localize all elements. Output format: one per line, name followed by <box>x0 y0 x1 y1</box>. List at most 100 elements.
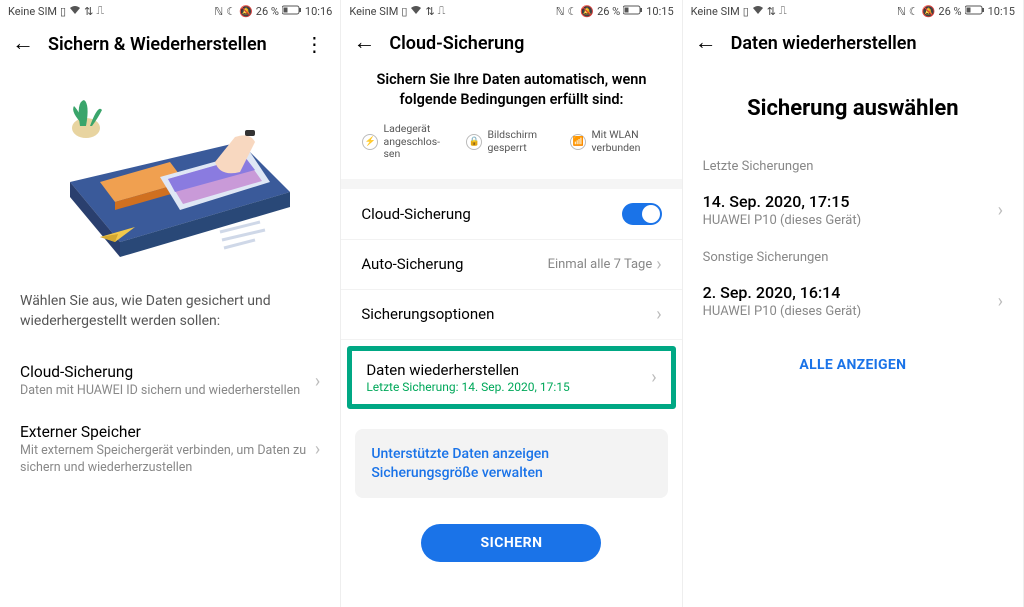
statusbar: Keine SIM ▯ ⇅ ⎍ ℕ ☾ 🔕 26 % 10:15 <box>683 0 1023 22</box>
wifi-icon <box>410 5 422 18</box>
intro-text: Wählen Sie aus, wie Daten gesichert und … <box>0 292 340 351</box>
highlighted-restore-row: Daten wiederherstellen Letzte Sicherung:… <box>347 346 675 409</box>
battery-pct: 26 % <box>597 5 620 18</box>
condition-label: Bildschirm gesperrt <box>487 129 556 154</box>
instructions: Sichern Sie Ihre Daten automatisch, wenn… <box>341 70 681 119</box>
setting-value: Einmal alle 7 Tage <box>548 257 653 272</box>
plug-icon: ⚡ <box>362 134 378 150</box>
illustration <box>40 82 300 262</box>
header: ← Daten wiederherstellen <box>683 22 1023 70</box>
option-title: Cloud-Sicherung <box>20 363 315 381</box>
setting-label: Sicherungsoptionen <box>361 305 494 323</box>
moon-icon: ☾ <box>909 5 919 18</box>
page-title: Daten wiederherstellen <box>731 33 1011 54</box>
mute-icon: 🔕 <box>580 5 594 18</box>
sim-status: Keine SIM <box>8 5 57 18</box>
row-restore-data[interactable]: Daten wiederherstellen Letzte Sicherung:… <box>352 351 670 404</box>
wifi-icon <box>752 5 764 18</box>
chevron-right-icon: › <box>656 304 661 325</box>
big-title: Sicherung auswählen <box>683 70 1023 153</box>
lock-icon: 🔒 <box>466 134 482 150</box>
section-other-backups: Sonstige Sicherungen <box>683 244 1023 271</box>
chevron-right-icon: › <box>315 439 320 460</box>
link-supported-data[interactable]: Unterstützte Daten anzeigen <box>371 446 651 462</box>
row-cloud-backup-toggle[interactable]: Cloud-Sicherung <box>341 189 681 240</box>
option-cloud-backup[interactable]: Cloud-Sicherung Daten mit HUAWEI ID sich… <box>0 351 340 411</box>
battery-pct: 26 % <box>256 5 279 18</box>
screen-backup-restore: Keine SIM ▯ ⇅ ⎍ ℕ ☾ 🔕 26 % 10:16 ← Siche… <box>0 0 341 607</box>
nfc-icon: ℕ <box>214 5 223 18</box>
clock: 10:16 <box>305 5 332 18</box>
section-recent-backups: Letzte Sicherungen <box>683 153 1023 180</box>
back-icon[interactable]: ← <box>12 33 34 55</box>
usb-icon: ⎍ <box>96 4 104 18</box>
condition-charger: ⚡ Ladegerät angeschlos-sen <box>362 123 452 161</box>
screen-cloud-backup: Keine SIM ▯ ⇅ ⎍ ℕ ☾ 🔕 26 % 10:15 ← Cloud… <box>341 0 682 607</box>
show-all-button[interactable]: ALLE ANZEIGEN <box>683 335 1023 395</box>
nfc-icon: ℕ <box>556 5 565 18</box>
setting-label: Cloud-Sicherung <box>361 205 471 223</box>
clock: 10:15 <box>646 5 673 18</box>
sim-status: Keine SIM <box>349 5 398 18</box>
setting-label: Daten wiederherstellen <box>366 361 569 379</box>
separator <box>341 179 681 189</box>
signal-icon: ▯ <box>743 5 749 18</box>
usb-icon: ⎍ <box>438 4 446 18</box>
sim-status: Keine SIM <box>691 5 740 18</box>
data-icon: ⇅ <box>84 5 93 18</box>
conditions-row: ⚡ Ladegerät angeschlos-sen 🔒 Bildschirm … <box>341 119 681 179</box>
page-title: Cloud-Sicherung <box>389 33 669 54</box>
menu-icon[interactable]: ⋮ <box>300 32 328 56</box>
condition-wlan: 📶 Mit WLAN verbunden <box>570 123 660 161</box>
backup-item-2[interactable]: 2. Sep. 2020, 16:14 HUAWEI P10 (dieses G… <box>683 271 1023 335</box>
backup-item-1[interactable]: 14. Sep. 2020, 17:15 HUAWEI P10 (dieses … <box>683 180 1023 244</box>
toggle-on-icon[interactable] <box>622 203 662 225</box>
restore-subtext: Letzte Sicherung: 14. Sep. 2020, 17:15 <box>366 380 569 394</box>
option-title: Externer Speicher <box>20 423 315 441</box>
statusbar: Keine SIM ▯ ⇅ ⎍ ℕ ☾ 🔕 26 % 10:15 <box>341 0 681 22</box>
back-icon[interactable]: ← <box>695 32 717 54</box>
wifi-icon <box>69 5 81 18</box>
backup-date: 14. Sep. 2020, 17:15 <box>703 192 861 211</box>
page-title: Sichern & Wiederherstellen <box>48 34 286 55</box>
wifi-small-icon: 📶 <box>570 134 586 150</box>
moon-icon: ☾ <box>226 5 236 18</box>
option-sub: Mit externem Speichergerät verbinden, um… <box>20 443 315 476</box>
signal-icon: ▯ <box>60 5 66 18</box>
battery-pct: 26 % <box>938 5 961 18</box>
chevron-right-icon: › <box>998 200 1003 221</box>
back-icon[interactable]: ← <box>353 32 375 54</box>
header: ← Cloud-Sicherung <box>341 22 681 70</box>
data-icon: ⇅ <box>425 5 434 18</box>
battery-icon <box>282 5 302 18</box>
signal-icon: ▯ <box>401 5 407 18</box>
setting-label: Auto-Sicherung <box>361 255 463 273</box>
chevron-right-icon: › <box>651 367 656 388</box>
backup-device: HUAWEI P10 (dieses Gerät) <box>703 304 861 319</box>
row-auto-backup[interactable]: Auto-Sicherung Einmal alle 7 Tage › <box>341 240 681 290</box>
statusbar: Keine SIM ▯ ⇅ ⎍ ℕ ☾ 🔕 26 % 10:16 <box>0 0 340 22</box>
data-icon: ⇅ <box>767 5 776 18</box>
link-card: Unterstützte Daten anzeigen Sicherungsgr… <box>355 429 667 498</box>
option-sub: Daten mit HUAWEI ID sichern und wiederhe… <box>20 383 315 399</box>
moon-icon: ☾ <box>568 5 578 18</box>
battery-icon <box>623 5 643 18</box>
nfc-icon: ℕ <box>897 5 906 18</box>
backup-button[interactable]: SICHERN <box>421 524 601 562</box>
condition-screen-locked: 🔒 Bildschirm gesperrt <box>466 123 556 161</box>
backup-date: 2. Sep. 2020, 16:14 <box>703 283 861 302</box>
condition-label: Mit WLAN verbunden <box>591 129 660 154</box>
screen-restore-data: Keine SIM ▯ ⇅ ⎍ ℕ ☾ 🔕 26 % 10:15 ← Daten… <box>683 0 1024 607</box>
row-backup-options[interactable]: Sicherungsoptionen › <box>341 290 681 340</box>
chevron-right-icon: › <box>998 291 1003 312</box>
link-manage-size[interactable]: Sicherungsgröße verwalten <box>371 465 651 481</box>
mute-icon: 🔕 <box>239 5 253 18</box>
chevron-right-icon: › <box>315 371 320 392</box>
mute-icon: 🔕 <box>922 5 936 18</box>
condition-label: Ladegerät angeschlos-sen <box>383 123 452 161</box>
backup-device: HUAWEI P10 (dieses Gerät) <box>703 213 861 228</box>
option-external-storage[interactable]: Externer Speicher Mit externem Speicherg… <box>0 411 340 488</box>
chevron-right-icon: › <box>656 254 661 275</box>
battery-icon <box>965 5 985 18</box>
clock: 10:15 <box>988 5 1015 18</box>
